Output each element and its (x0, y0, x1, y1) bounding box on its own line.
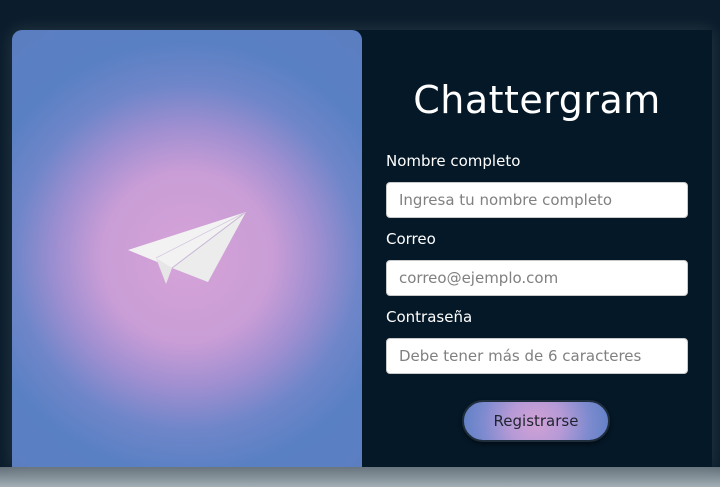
email-input[interactable] (386, 260, 688, 296)
name-label: Nombre completo (386, 152, 521, 170)
name-input[interactable] (386, 182, 688, 218)
register-button[interactable]: Registrarse (462, 400, 610, 442)
password-label: Contraseña (386, 308, 473, 326)
password-input[interactable] (386, 338, 688, 374)
app-title: Chattergram (413, 78, 661, 122)
form-panel: Chattergram Nombre completo Correo Contr… (362, 30, 712, 467)
page: Chattergram Nombre completo Correo Contr… (0, 0, 720, 487)
register-card: Chattergram Nombre completo Correo Contr… (12, 30, 712, 467)
hero-panel (12, 30, 362, 467)
paper-plane-icon (128, 212, 247, 284)
bottom-haze (0, 467, 720, 487)
email-label: Correo (386, 230, 436, 248)
